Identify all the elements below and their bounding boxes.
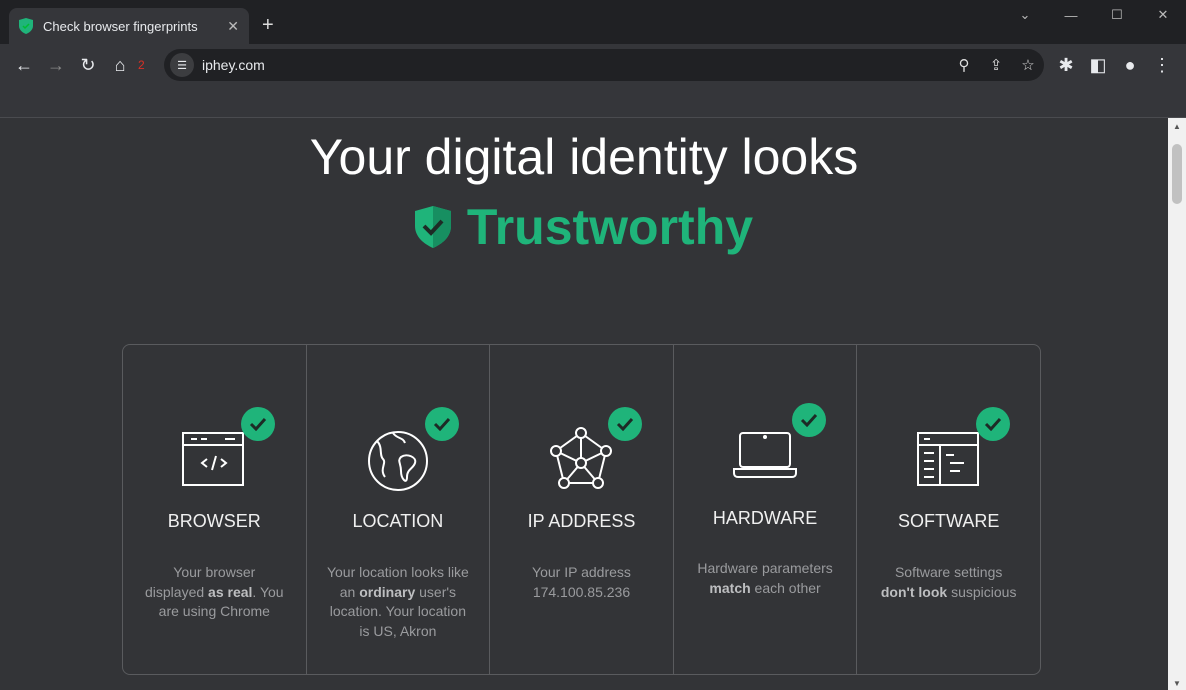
close-tab-icon[interactable]: ✕ xyxy=(227,18,239,35)
address-bar[interactable]: ☰ iphey.com ⚲ ⇪ ☆ xyxy=(164,49,1044,81)
card-description: Your browser displayed as real. You are … xyxy=(145,564,284,619)
card-title: LOCATION xyxy=(352,511,444,531)
browser-code-icon xyxy=(179,407,276,493)
fingerprint-cards: BROWSER Your browser displayed as real. … xyxy=(122,344,1041,675)
scroll-down-icon[interactable]: ▼ xyxy=(1168,679,1186,688)
card-title: IP ADDRESS xyxy=(527,511,636,531)
card-title: SOFTWARE xyxy=(898,511,1000,531)
globe-icon xyxy=(363,407,459,493)
reload-button[interactable]: ↻ xyxy=(72,49,104,81)
check-icon xyxy=(975,407,1010,441)
tab-search-icon[interactable]: ⌄ xyxy=(1002,0,1048,30)
tab-title: Check browser fingerprints xyxy=(43,18,198,34)
scrollbar-thumb[interactable] xyxy=(1172,144,1182,204)
headline: Your digital identity looks xyxy=(309,129,859,185)
extension-badge: 2 xyxy=(138,58,145,72)
search-icon[interactable]: ⚲ xyxy=(948,56,980,74)
close-window-button[interactable]: ✕ xyxy=(1140,0,1186,30)
url-text[interactable]: iphey.com xyxy=(202,57,948,73)
check-icon xyxy=(792,403,827,437)
back-button[interactable]: ← xyxy=(8,49,40,81)
menu-icon[interactable]: ⋮ xyxy=(1146,49,1178,81)
check-icon xyxy=(241,407,276,441)
card-location: LOCATION Your location looks like an ord… xyxy=(307,345,491,674)
browser-tab[interactable]: Check browser fingerprints ✕ xyxy=(9,8,249,44)
card-ip-address: IP ADDRESS Your IP address 174.100.85.23… xyxy=(490,345,674,674)
site-info-icon[interactable]: ☰ xyxy=(170,53,194,77)
check-icon xyxy=(608,407,643,441)
maximize-button[interactable]: ☐ xyxy=(1094,0,1140,30)
profile-icon[interactable]: ● xyxy=(1114,49,1146,81)
check-icon xyxy=(424,407,459,441)
card-description: Hardware parameters match each other xyxy=(697,560,833,596)
forward-button[interactable]: → xyxy=(40,49,72,81)
verdict-text: Trustworthy xyxy=(466,199,754,255)
software-window-icon xyxy=(914,407,1010,493)
new-tab-button[interactable]: + xyxy=(262,14,274,37)
extensions-icon[interactable]: ✱ xyxy=(1050,49,1082,81)
scroll-up-icon[interactable]: ▲ xyxy=(1168,122,1186,131)
card-description: Your location looks like an ordinary use… xyxy=(326,564,469,639)
share-icon[interactable]: ⇪ xyxy=(980,56,1012,74)
laptop-icon xyxy=(730,403,827,489)
star-icon[interactable]: ☆ xyxy=(1012,56,1044,74)
page-content: Your digital identity looks Trustworthy … xyxy=(0,118,1168,690)
toolbar: ← → ↻ ⌂ 2 ☰ iphey.com ⚲ ⇪ ☆ ✱ ◧ ● ⋮ xyxy=(0,44,1186,86)
minimize-button[interactable]: — xyxy=(1048,0,1094,30)
network-icon xyxy=(546,407,643,493)
shield-check-icon xyxy=(414,206,451,248)
card-hardware: HARDWARE Hardware parameters match each … xyxy=(674,345,858,674)
home-button[interactable]: ⌂ xyxy=(104,49,136,81)
tab-strip: Check browser fingerprints ✕ + ⌄ — ☐ ✕ xyxy=(0,0,1186,44)
card-description: Software settings don't look suspicious xyxy=(880,564,1017,600)
card-browser: BROWSER Your browser displayed as real. … xyxy=(123,345,307,674)
verdict: Trustworthy xyxy=(0,198,1168,256)
card-title: BROWSER xyxy=(167,511,261,531)
shield-icon xyxy=(19,18,33,34)
side-panel-icon[interactable]: ◧ xyxy=(1082,49,1114,81)
toolbar-spacer xyxy=(0,86,1186,118)
card-description: Your IP address 174.100.85.236 xyxy=(532,564,631,600)
page-scrollbar[interactable]: ▲ ▼ xyxy=(1168,118,1186,690)
card-title: HARDWARE xyxy=(712,508,818,528)
card-software: SOFTWARE Software settings don't look su… xyxy=(857,345,1040,674)
